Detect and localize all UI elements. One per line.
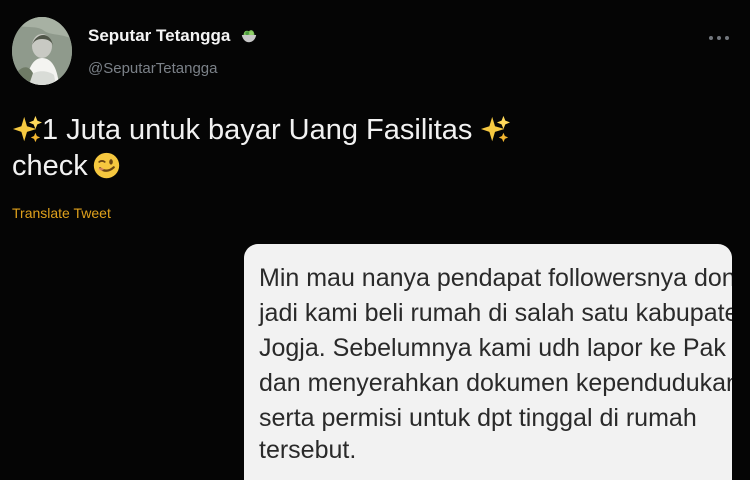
- winking-face-icon: [93, 152, 119, 179]
- tweet-text-check: check: [12, 150, 88, 182]
- avatar-icon: [12, 17, 72, 85]
- media-text-line: Min mau nanya pendapat followersnya dong…: [259, 264, 732, 292]
- salad-icon: [241, 30, 257, 43]
- more-dot: [717, 36, 721, 40]
- more-dot: [725, 36, 729, 40]
- tweet-card[interactable]: Seputar Tetangga @SeputarTetangga 1 Juta…: [0, 0, 750, 480]
- author-avatar[interactable]: [12, 17, 72, 85]
- media-text-line: tersebut.: [259, 436, 357, 464]
- more-dot: [709, 36, 713, 40]
- sparkles-icon: [12, 115, 42, 143]
- author-handle[interactable]: @SeputarTetangga: [88, 60, 218, 78]
- tweet-text-main: 1 Juta untuk bayar Uang Fasilitas: [42, 114, 473, 146]
- translate-tweet-link[interactable]: Translate Tweet: [12, 205, 111, 221]
- more-options-icon[interactable]: [702, 26, 736, 50]
- media-text-line: Jogja. Sebelumnya kami udh lapor ke Pak …: [259, 334, 732, 362]
- tweet-text-line-2: check: [12, 148, 712, 184]
- tweet-media-card[interactable]: Min mau nanya pendapat followersnya dong…: [244, 244, 732, 480]
- author-name[interactable]: Seputar Tetangga: [88, 26, 258, 46]
- sparkles-icon: [481, 115, 511, 143]
- media-text-line: jadi kami beli rumah di salah satu kabup…: [259, 299, 732, 327]
- tweet-text-line-1: 1 Juta untuk bayar Uang Fasilitas: [12, 112, 712, 148]
- author-name-text: Seputar Tetangga: [88, 26, 231, 45]
- media-text-line: dan menyerahkan dokumen kependudukan,: [259, 369, 732, 397]
- media-text-block: Min mau nanya pendapat followersnya dong…: [259, 261, 732, 468]
- media-text-line: serta permisi untuk dpt tinggal di rumah: [259, 404, 697, 432]
- tweet-text: 1 Juta untuk bayar Uang Fasilitas check: [12, 112, 712, 184]
